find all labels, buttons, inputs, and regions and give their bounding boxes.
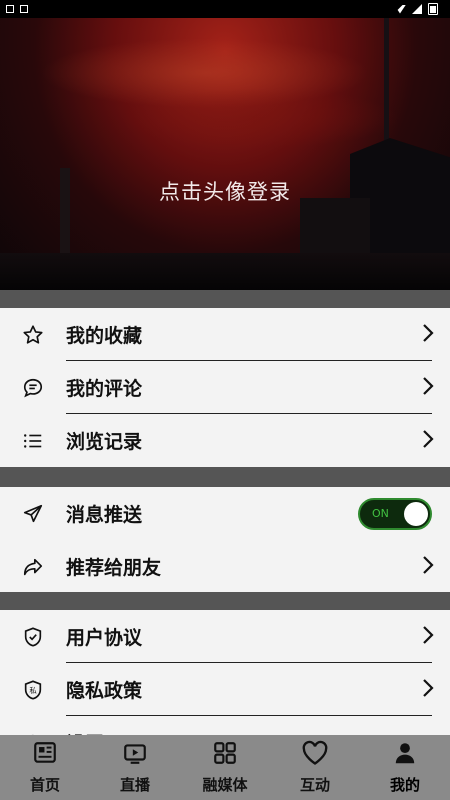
notification-icon (6, 5, 14, 13)
menu-item-user-agreement[interactable]: 用户协议 (0, 610, 450, 663)
nav-media[interactable]: 融媒体 (180, 740, 270, 795)
menu-item-settings[interactable]: 设置 (0, 716, 450, 735)
menu-item-comments[interactable]: 我的评论 (0, 361, 450, 414)
nav-label: 融媒体 (202, 776, 248, 794)
nav-label: 互动 (299, 776, 330, 794)
chevron-right-icon (422, 678, 434, 702)
menu-item-recommend-friends[interactable]: 推荐给朋友 (0, 540, 450, 593)
chevron-right-icon (422, 429, 434, 453)
wifi-icon (394, 4, 406, 14)
section-divider (0, 592, 450, 610)
chevron-right-icon (422, 376, 434, 400)
login-prompt[interactable]: 点击头像登录 (0, 176, 450, 206)
legal-group: 用户协议 私 隐私政策 设置 (0, 610, 450, 735)
nav-label: 首页 (29, 776, 60, 794)
private-shield-icon: 私 (0, 679, 66, 701)
chevron-right-icon (422, 625, 434, 649)
person-icon (392, 740, 418, 770)
chevron-right-icon (422, 323, 434, 347)
status-bar (0, 0, 450, 18)
nav-label: 我的 (389, 776, 420, 794)
heart-icon (301, 740, 329, 770)
section-divider (0, 467, 450, 487)
battery-icon (428, 3, 438, 15)
menu-item-label: 用户协议 (66, 627, 143, 649)
menu-item-label: 我的评论 (66, 378, 143, 400)
section-divider (0, 290, 450, 308)
home-news-icon (32, 740, 58, 770)
chevron-right-icon (422, 555, 434, 579)
shield-icon (0, 626, 66, 648)
push-notification-toggle[interactable]: ON (358, 497, 432, 530)
nav-home[interactable]: 首页 (0, 740, 90, 795)
bottom-navigation: 首页 直播 融媒体 互动 我的 (0, 735, 450, 800)
menu-item-label: 浏览记录 (66, 431, 143, 453)
menu-item-push-notifications: 消息推送 ON (0, 487, 450, 540)
svg-text:私: 私 (29, 686, 37, 695)
menu-item-label: 隐私政策 (66, 680, 143, 702)
grid-icon (212, 740, 238, 770)
menu-item-privacy-policy[interactable]: 私 隐私政策 (0, 663, 450, 716)
nav-label: 直播 (119, 776, 150, 794)
signal-icon (412, 4, 422, 14)
comment-icon (0, 377, 66, 399)
toggle-knob (404, 501, 428, 526)
menu-item-history[interactable]: 浏览记录 (0, 414, 450, 467)
menu-item-label: 消息推送 (66, 504, 143, 526)
list-icon (0, 430, 66, 452)
notification-icon (20, 5, 28, 13)
live-tv-icon (122, 740, 148, 770)
nav-mine[interactable]: 我的 (360, 740, 450, 795)
toggle-state-text: ON (372, 507, 389, 520)
activity-group: 我的收藏 我的评论 浏览记录 (0, 308, 450, 467)
sharing-group: 消息推送 ON 推荐给朋友 (0, 487, 450, 592)
menu-item-favorites[interactable]: 我的收藏 (0, 308, 450, 361)
star-icon (0, 324, 66, 346)
menu-item-label: 推荐给朋友 (66, 557, 162, 579)
send-icon (0, 503, 66, 525)
profile-header[interactable]: 点击头像登录 (0, 18, 450, 290)
nav-live[interactable]: 直播 (90, 740, 180, 795)
menu-item-label: 我的收藏 (66, 325, 143, 347)
share-icon (0, 556, 66, 578)
nav-interact[interactable]: 互动 (270, 740, 360, 795)
